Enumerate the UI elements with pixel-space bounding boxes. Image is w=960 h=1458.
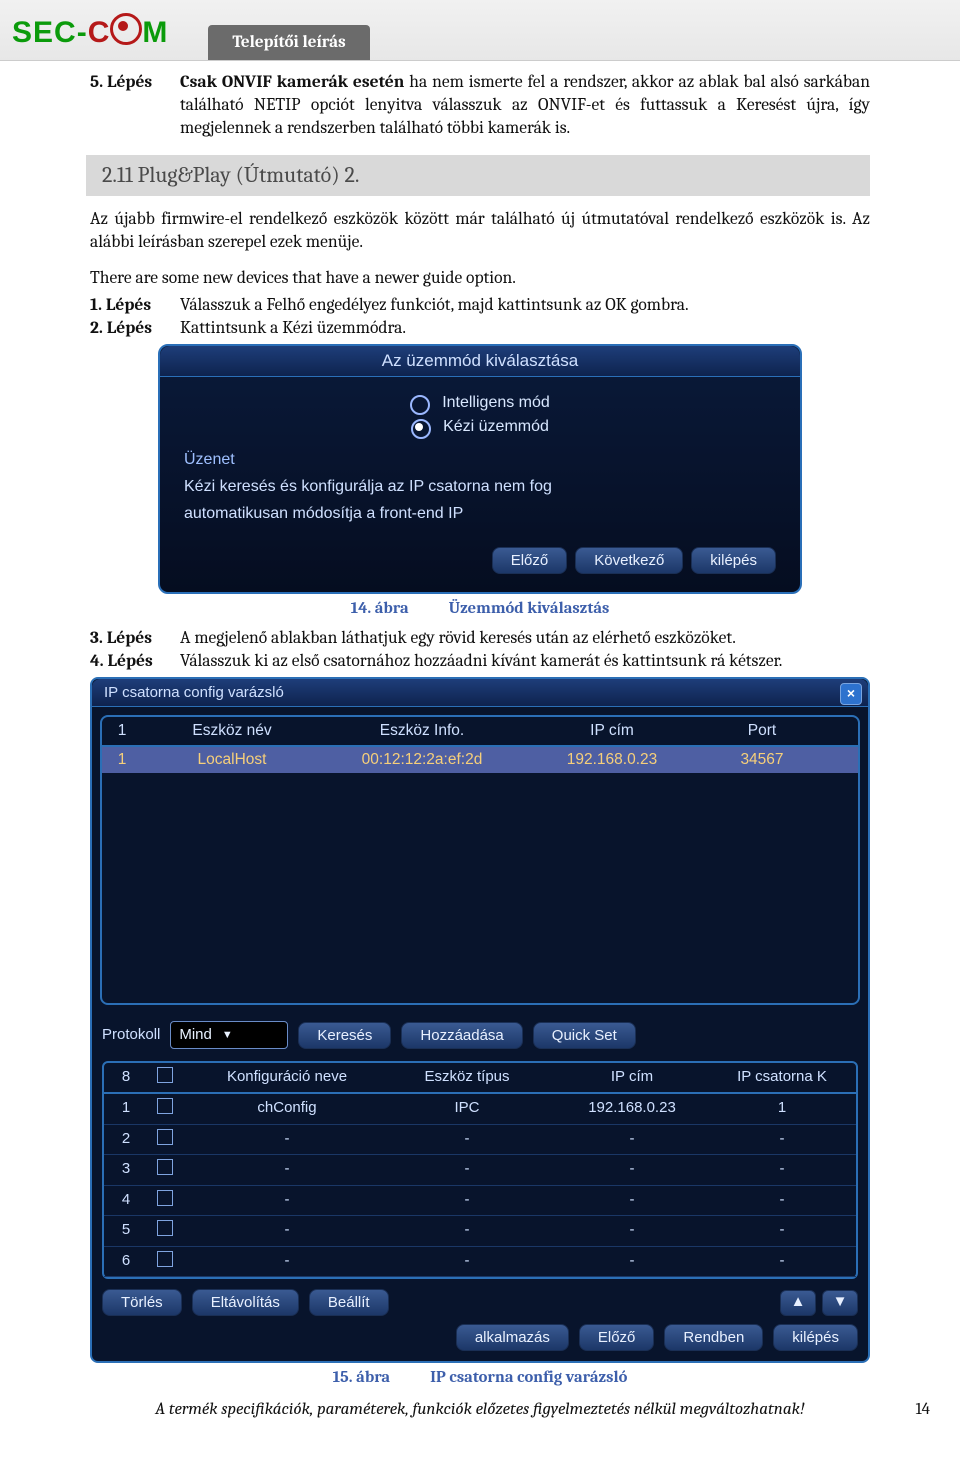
radio-intelligent[interactable]: Intelligens mód (184, 393, 776, 414)
step-4-text: Válasszuk ki az első csatornához hozzáad… (180, 650, 870, 673)
exit-button[interactable]: kilépés (773, 1324, 858, 1351)
close-icon: × (847, 685, 855, 701)
checkbox-icon[interactable] (157, 1220, 173, 1236)
exit-button[interactable]: kilépés (691, 547, 776, 574)
section-heading: 2.11 Plug&Play (Útmutató) 2. (86, 155, 870, 196)
message-line-2: automatikusan módosítja a front-end IP (184, 504, 776, 525)
checkbox-icon[interactable] (157, 1251, 173, 1267)
screenshot-ip-wizard: IP csatorna config varázsló × 1 Eszköz n… (90, 677, 870, 1364)
step-5-text: Csak ONVIF kamerák esetén ha nem ismerte… (180, 71, 870, 139)
logo-text-sec: SEC (12, 16, 77, 49)
figure-14-caption: 14. ábraÜzemmód kiválasztás (90, 598, 870, 619)
message-legend: Üzenet (184, 450, 776, 471)
remove-button[interactable]: Eltávolítás (192, 1289, 299, 1316)
add-button[interactable]: Hozzáadása (401, 1022, 522, 1049)
page-number: 14 (915, 1399, 930, 1421)
screenshot-mode-select: Az üzemmód kiválasztása Intelligens mód … (158, 344, 802, 594)
logo: SEC-CM (12, 10, 168, 50)
next-button[interactable]: Következő (575, 547, 683, 574)
lens-icon (110, 13, 142, 45)
close-button[interactable]: × (840, 683, 862, 705)
section-heading-text: 2.11 Plug&Play (Útmutató) 2. (102, 162, 359, 188)
search-button[interactable]: Keresés (298, 1022, 391, 1049)
ok-button[interactable]: Rendben (664, 1324, 763, 1351)
delete-button[interactable]: Törlés (102, 1289, 182, 1316)
step-2-label: 2. Lépés (90, 317, 180, 340)
figure-15-caption: 15. ábraIP csatorna config varázsló (90, 1367, 870, 1388)
table-row[interactable]: 4---- (104, 1186, 856, 1217)
table-row[interactable]: 5---- (104, 1216, 856, 1247)
step-3-text: A megjelenő ablakban láthatjuk egy rövid… (180, 627, 870, 650)
checkbox-icon[interactable] (157, 1159, 173, 1175)
table-row[interactable]: 6---- (104, 1247, 856, 1278)
chevron-down-icon: ▼ (222, 1028, 233, 1042)
table-row[interactable]: 2---- (104, 1125, 856, 1156)
header-band: SEC-CM Telepítői leírás (0, 0, 960, 61)
apply-button[interactable]: alkalmazás (456, 1324, 569, 1351)
set-button[interactable]: Beállít (309, 1289, 389, 1316)
radio-manual[interactable]: Kézi üzemmód (184, 417, 776, 438)
step-3-label: 3. Lépés (90, 627, 180, 650)
radio-label: Intelligens mód (442, 393, 550, 414)
dialog-title: IP csatorna config varázsló × (92, 679, 868, 708)
footer: A termék specifikációk, paraméterek, fun… (90, 1399, 870, 1421)
logo-text-m: M (142, 16, 168, 49)
paragraph-2: There are some new devices that have a n… (90, 267, 870, 290)
prev-button[interactable]: Előző (579, 1324, 655, 1351)
step-4-label: 4. Lépés (90, 650, 180, 673)
dialog-title: Az üzemmód kiválasztása (160, 346, 800, 377)
step-2-text: Kattintsunk a Kézi üzemmódra. (180, 317, 870, 340)
prev-button[interactable]: Előző (492, 547, 568, 574)
document-tab-label: Telepítői leírás (232, 33, 345, 52)
step-5-label: 5. Lépés (90, 71, 180, 139)
paragraph-1: Az újabb firmwire-el rendelkező eszközök… (90, 208, 870, 254)
table-row[interactable]: 1chConfigIPC192.168.0.231 (104, 1094, 856, 1125)
table-row[interactable]: 3---- (104, 1155, 856, 1186)
checkbox-icon[interactable] (157, 1098, 173, 1114)
table2-header: 8 Konfiguráció neve Eszköz típus IP cím … (104, 1063, 856, 1095)
logo-text-c: C (88, 16, 111, 49)
chevron-down-icon: ▼ (833, 1293, 848, 1310)
document-tab: Telepítői leírás (208, 25, 369, 60)
checkbox-icon[interactable] (157, 1129, 173, 1145)
table-header: 1 Eszköz név Eszköz Info. IP cím Port (102, 717, 858, 747)
logo-text-dash: - (77, 16, 88, 49)
step-1: 1. Lépés Válasszuk a Felhő engedélyez fu… (90, 294, 870, 317)
radio-icon[interactable] (410, 395, 430, 415)
table-row[interactable]: 1 LocalHost 00:12:12:2a:ef:2d 192.168.0.… (102, 747, 858, 773)
step-5: 5. Lépés Csak ONVIF kamerák esetén ha ne… (90, 71, 870, 139)
step-3: 3. Lépés A megjelenő ablakban láthatjuk … (90, 627, 870, 650)
checkbox-icon[interactable] (157, 1190, 173, 1206)
step-4: 4. Lépés Válasszuk ki az első csatornáho… (90, 650, 870, 673)
step-2: 2. Lépés Kattintsunk a Kézi üzemmódra. (90, 317, 870, 340)
radio-icon[interactable] (411, 419, 431, 439)
protocol-select[interactable]: Mind ▼ (170, 1021, 288, 1049)
up-button[interactable]: ▲ (780, 1290, 816, 1316)
step-1-text: Válasszuk a Felhő engedélyez funkciót, m… (180, 294, 870, 317)
down-button[interactable]: ▼ (822, 1290, 858, 1316)
chevron-up-icon: ▲ (791, 1293, 806, 1310)
step-1-label: 1. Lépés (90, 294, 180, 317)
protocol-label: Protokoll (102, 1025, 160, 1045)
message-line-1: Kézi keresés és konfigurálja az IP csato… (184, 477, 776, 498)
radio-label: Kézi üzemmód (443, 417, 549, 438)
quickset-button[interactable]: Quick Set (533, 1022, 636, 1049)
checkbox-icon[interactable] (157, 1067, 173, 1083)
